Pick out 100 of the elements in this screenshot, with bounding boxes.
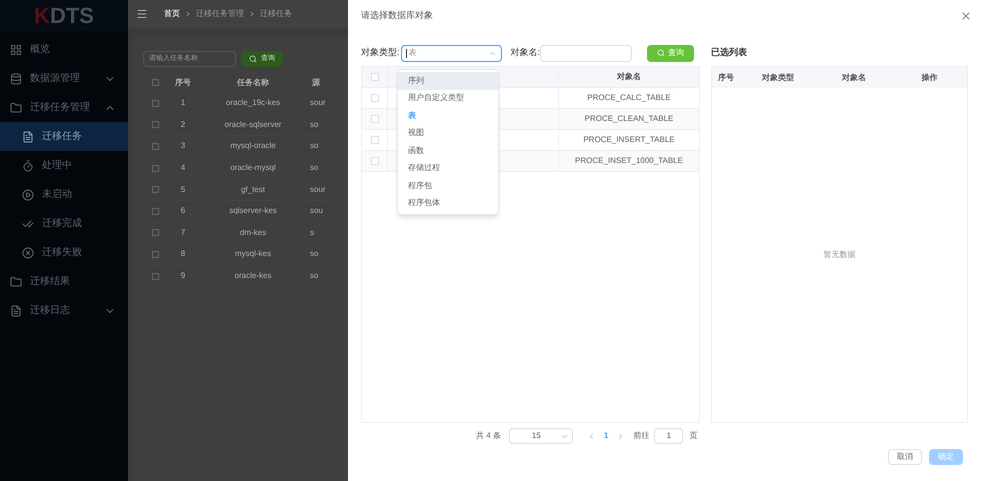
table-cell-text: gf_test (240, 184, 266, 196)
folder-icon (10, 102, 22, 114)
table-cell-text: 3 (180, 140, 186, 152)
database-icon (10, 72, 22, 84)
table-cell-text: oracle-mysql (229, 162, 277, 174)
field-label: 对象类型: (361, 46, 400, 60)
page-unit: 页 (689, 430, 698, 442)
dropdown-option[interactable]: 存储过程 (398, 160, 498, 177)
table-cell-text: 5 (180, 184, 186, 196)
sidebar-item[interactable]: 处理中 (0, 151, 128, 180)
table-cell-text: mysql-kes (234, 248, 272, 260)
table-cell: PROCE_INSERT_TABLE (558, 130, 699, 150)
column-header: 序号 (174, 76, 192, 88)
folder-icon (10, 276, 22, 288)
dropdown-option[interactable]: 用户自定义类型 (398, 90, 498, 107)
goto-field[interactable]: 1 (654, 428, 684, 444)
column-header: 对象名 (840, 72, 867, 84)
table-cell-text: oracle-kes (234, 270, 272, 282)
table-cell-text: sour (309, 97, 327, 110)
cancel-button[interactable]: 取消 (888, 449, 922, 465)
table-cell-text: 9 (180, 270, 186, 282)
table-cell-text: 4 (180, 162, 186, 174)
checkbox[interactable] (152, 186, 159, 194)
checkbox[interactable] (152, 208, 159, 215)
sidebar-item[interactable]: 迁移任务管理 (0, 93, 128, 122)
table-cell-text: 7 (180, 226, 186, 239)
check-icon (22, 218, 34, 230)
breadcrumb-item[interactable]: 迁移任务 (260, 8, 292, 20)
column-header: 源 (311, 76, 321, 88)
column-header: 任务名称 (236, 76, 270, 88)
checkbox[interactable] (152, 250, 159, 258)
table-cell-text: mysql-oracle (229, 140, 277, 152)
breadcrumb-item[interactable]: 迁移任务管理 (196, 8, 244, 20)
checkbox[interactable] (152, 142, 159, 150)
column-header: 操作 (920, 72, 938, 84)
dropdown-option[interactable]: 表 (398, 107, 498, 124)
checkbox[interactable] (152, 229, 159, 236)
total-count: 共 4 条 (476, 430, 501, 442)
sidebar-item[interactable]: 迁移完成 (0, 209, 128, 238)
column-header: 序号 (717, 72, 735, 84)
checkbox[interactable] (152, 121, 159, 128)
sidebar-item[interactable]: 迁移日志 (0, 296, 128, 325)
table-cell-text: 2 (180, 118, 186, 131)
column-header: 对象名 (558, 71, 699, 83)
timer-icon (22, 160, 34, 172)
cross-circle-icon (22, 246, 34, 258)
document-icon (22, 130, 34, 142)
type-select[interactable]: 表 (400, 44, 502, 62)
dropdown-option[interactable]: 程序包 (398, 177, 498, 194)
separator-icon (248, 10, 256, 18)
document-icon (10, 304, 22, 316)
page-size-select[interactable]: 15 (508, 428, 573, 444)
dialog-title: 请选择数据库对象 (361, 9, 433, 22)
separator-icon (184, 10, 192, 18)
table-cell-text: sou (309, 205, 324, 218)
table-cell-text: s (309, 226, 315, 239)
sidebar-item[interactable]: 迁移结果 (0, 267, 128, 296)
table-cell-text: so (309, 162, 320, 174)
breadcrumb-item[interactable]: 首页 (164, 8, 180, 20)
table-cell-text: sour (309, 184, 327, 196)
sidebar-item[interactable]: 迁移任务 (0, 122, 128, 151)
table-cell-text: 6 (180, 205, 186, 218)
checkbox[interactable] (152, 79, 159, 86)
search-icon (249, 55, 257, 63)
select-placeholder: 表 (408, 47, 417, 59)
section-title: 已选列表 (711, 46, 748, 60)
play-icon (22, 188, 34, 200)
table-cell-text: so (309, 270, 320, 282)
close-icon[interactable] (960, 10, 972, 22)
sidebar-item[interactable]: 未启动 (0, 180, 128, 209)
table-cell: PROCE_CLEAN_TABLE (558, 109, 699, 129)
table-cell: PROCE_CALC_TABLE (558, 88, 699, 108)
table-cell-text: so (309, 140, 320, 152)
checkbox[interactable] (152, 164, 159, 172)
field-label: 对象名: (510, 46, 540, 60)
dropdown-option[interactable]: 程序包体 (398, 194, 498, 212)
search-button[interactable]: 查询 (647, 44, 694, 62)
sidebar-item[interactable]: 迁移失败 (0, 238, 128, 267)
column-header: 对象类型 (760, 72, 795, 84)
table-cell: PROCE_INSET_1000_TABLE (558, 151, 699, 171)
table-cell-text: 1 (180, 97, 186, 110)
goto-label: 前往 (633, 430, 650, 442)
sidebar-item[interactable]: 数据源管理 (0, 64, 128, 93)
table-cell-text: dm-kes (238, 226, 268, 239)
object-name-field[interactable] (540, 44, 632, 62)
table-cell-text: sqlserver-kes (228, 205, 278, 218)
dropdown-option[interactable]: 函数 (398, 142, 498, 160)
logo: KDTS (0, 0, 128, 31)
table-cell-text: so (309, 248, 320, 260)
checkbox[interactable] (152, 272, 159, 280)
checkbox[interactable] (152, 100, 159, 107)
table-cell-text: oracle_19c-kes (224, 97, 282, 110)
menu-icon[interactable] (136, 8, 148, 20)
search-icon (657, 49, 666, 57)
dropdown-option[interactable]: 序列 (398, 72, 498, 90)
table-cell-text: oracle-sqlserver (224, 118, 282, 131)
table-cell-text: so (309, 118, 320, 131)
dropdown-option[interactable]: 视图 (398, 124, 498, 142)
sidebar-item[interactable]: 概览 (0, 35, 128, 64)
page-number[interactable]: 1 (604, 430, 608, 442)
